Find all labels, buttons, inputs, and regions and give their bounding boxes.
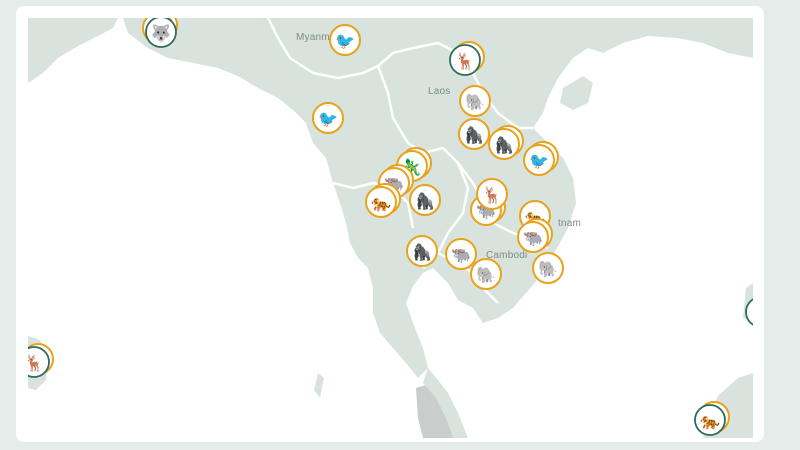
gorilla-icon: 🦍: [415, 192, 435, 211]
map-marker-elephant[interactable]: 🐘: [532, 252, 564, 284]
map-marker-gorilla[interactable]: 🦍: [458, 118, 490, 150]
map-marker-cattle[interactable]: 🐃: [445, 238, 477, 270]
bird-icon: 🐦: [335, 32, 355, 51]
map-marker-deer[interactable]: 🦌: [476, 178, 508, 210]
deer-icon: 🦌: [482, 186, 502, 205]
elephant-icon: 🐘: [538, 260, 558, 279]
label-laos: Laos: [428, 86, 451, 97]
label-vietnam: tnam: [558, 218, 581, 229]
elephant-icon: 🐘: [476, 266, 496, 285]
cattle-icon: 🐃: [523, 229, 543, 248]
cattle-icon: 🐃: [451, 246, 471, 265]
bird-icon: 🐦: [318, 110, 338, 129]
bird-icon: 🐦: [529, 152, 549, 171]
map-marker-gorilla[interactable]: 🦍: [406, 235, 438, 267]
tiger-icon: 🐅: [371, 194, 391, 213]
map-marker-gorilla[interactable]: 🦍: [409, 184, 441, 216]
map-marker-bird[interactable]: 🐦: [312, 102, 344, 134]
map-canvas[interactable]: Myanmar Laos Cambodi tnam ka 🐦🦌🐘🦍🦍🦎🐦🐦🐃🐃🐅…: [28, 18, 753, 438]
map-panel: Myanmar Laos Cambodi tnam ka 🐦🦌🐘🦍🦍🦎🐦🐦🐃🐃🐅…: [16, 6, 764, 442]
map-marker-wolf[interactable]: 🐺: [145, 18, 177, 48]
gorilla-icon: 🦍: [494, 136, 514, 155]
tiger-icon: 🐅: [700, 412, 720, 431]
map-marker-elephant[interactable]: 🐘: [459, 85, 491, 117]
gorilla-icon: 🦍: [464, 126, 484, 145]
deer-icon: 🦌: [28, 354, 44, 373]
map-marker-elephant[interactable]: 🐘: [470, 258, 502, 290]
elephant-icon: 🐘: [465, 93, 485, 112]
gorilla-icon: 🦍: [412, 243, 432, 262]
map-marker-bird[interactable]: 🐦: [329, 24, 361, 56]
wolf-icon: 🐺: [151, 24, 171, 43]
deer-icon: 🦌: [455, 52, 475, 71]
